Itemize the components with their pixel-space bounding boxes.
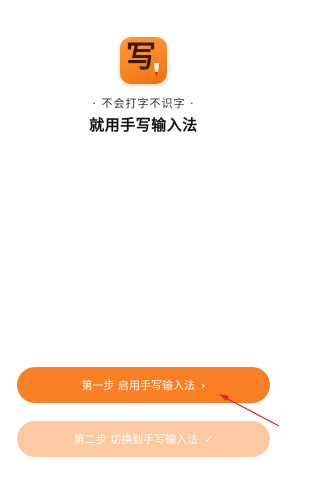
arrow-pointer-icon [219, 394, 280, 427]
